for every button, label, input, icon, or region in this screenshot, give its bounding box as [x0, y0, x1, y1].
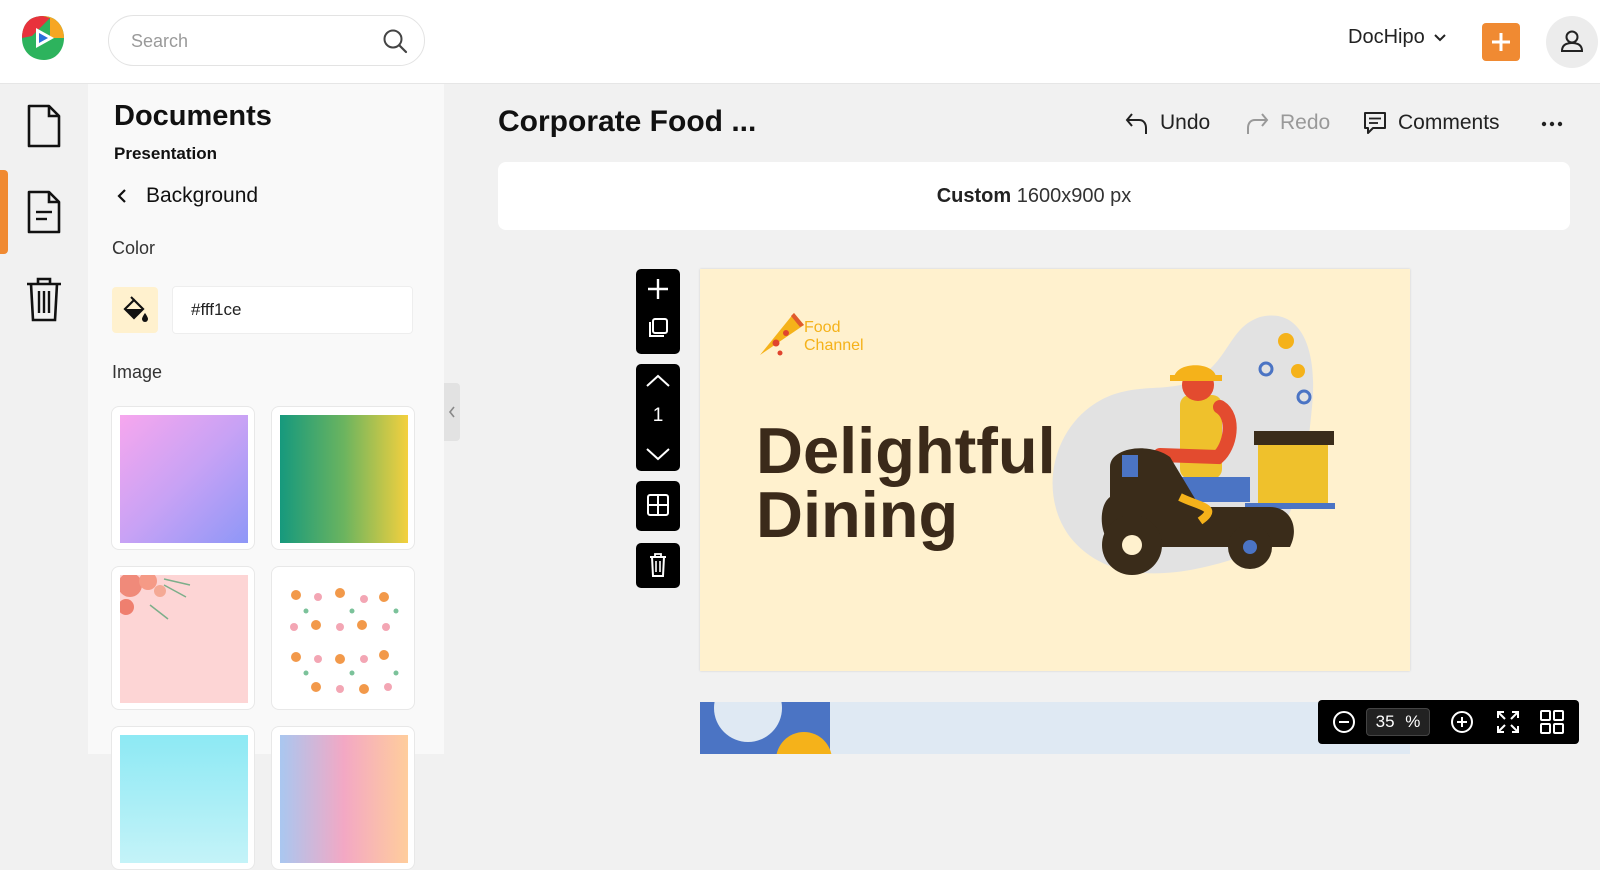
create-button[interactable]	[1482, 23, 1520, 61]
background-thumb-floral-pink[interactable]	[111, 566, 255, 710]
undo-label: Undo	[1160, 111, 1211, 134]
background-panel: Documents Presentation Background Color …	[88, 84, 444, 870]
slide-navigation-group: 1	[636, 364, 680, 471]
size-preset-label: Custom	[936, 185, 1012, 207]
zoom-toolbar: 35 %	[1318, 700, 1579, 744]
user-icon	[1560, 30, 1584, 52]
color-hex-field[interactable]: #fff1ce	[172, 286, 413, 334]
brand-name: Food Channel	[804, 319, 864, 355]
slide-2-preview[interactable]	[700, 702, 1410, 754]
panel-title: Documents	[114, 100, 272, 132]
more-horizontal-icon	[1541, 121, 1563, 127]
plus-icon	[1492, 33, 1510, 51]
slide-canvas[interactable]: Food Channel Delightful Dining	[700, 269, 1410, 671]
search-icon[interactable]	[382, 28, 408, 54]
zoom-level[interactable]: 35 %	[1366, 708, 1430, 736]
undo-button[interactable]: Undo	[1124, 110, 1210, 136]
slide-grid-button[interactable]	[636, 481, 680, 531]
workspace-dropdown[interactable]: DocHipo	[1348, 26, 1447, 49]
image-label: Image	[112, 362, 163, 382]
collapse-panel-button[interactable]	[444, 383, 460, 441]
zoom-unit: %	[1405, 712, 1421, 731]
headline-line-2: Dining	[756, 478, 959, 551]
grid-view-icon[interactable]	[1538, 708, 1566, 736]
background-thumb-pink-purple[interactable]	[111, 406, 255, 550]
redo-button[interactable]: Redo	[1244, 110, 1330, 136]
chevron-left-icon	[448, 406, 455, 418]
document-title[interactable]: Corporate Food ...	[498, 105, 756, 139]
chevron-left-icon	[117, 189, 126, 203]
paint-bucket-icon	[123, 296, 148, 322]
plus-icon[interactable]	[636, 269, 680, 309]
color-swatch-button[interactable]	[112, 287, 158, 333]
slide-headline[interactable]: Delightful Dining	[756, 414, 1056, 551]
trash-icon	[27, 277, 61, 322]
background-thumb-food-pattern[interactable]	[271, 566, 415, 710]
zoom-value: 35	[1375, 712, 1395, 731]
comments-button[interactable]: Comments	[1362, 110, 1500, 136]
panel-subtitle: Presentation	[114, 144, 217, 163]
brand-line-1: Food	[804, 319, 841, 336]
zoom-out-icon[interactable]	[1330, 708, 1358, 736]
page-number: 1	[652, 405, 664, 426]
rail-item-trash[interactable]	[0, 256, 88, 340]
zoom-in-icon[interactable]	[1448, 708, 1476, 736]
undo-icon	[1125, 113, 1147, 134]
color-label: Color	[112, 238, 156, 258]
chevron-up-icon[interactable]	[636, 364, 680, 398]
headline-line-1: Delightful	[756, 414, 1056, 487]
canvas-size-bar[interactable]: Custom 1600x900 px	[498, 162, 1570, 230]
rail-item-documents[interactable]	[0, 170, 88, 254]
rail-item-new-document[interactable]	[0, 84, 88, 168]
dochipo-logo[interactable]	[20, 14, 66, 62]
background-thumb-green-yellow[interactable]	[271, 406, 415, 550]
user-avatar[interactable]	[1546, 16, 1598, 68]
background-thumb-cyan[interactable]	[111, 726, 255, 870]
workspace-name: DocHipo	[1348, 26, 1425, 48]
document-icon	[27, 104, 61, 148]
search-box[interactable]	[108, 15, 425, 66]
chevron-down-icon	[1433, 33, 1446, 41]
left-rail	[0, 84, 88, 754]
size-dimensions: 1600x900 px	[1016, 185, 1132, 207]
trash-icon	[650, 553, 666, 577]
back-label: Background	[146, 184, 259, 207]
comments-label: Comments	[1398, 111, 1500, 134]
brand-line-2: Channel	[804, 337, 864, 354]
back-to-background-button[interactable]: Background	[116, 184, 258, 208]
slide-add-duplicate-group	[636, 269, 680, 354]
redo-icon	[1247, 113, 1269, 134]
top-bar: DocHipo	[0, 0, 1600, 84]
grid-icon	[647, 494, 669, 516]
fit-screen-icon[interactable]	[1494, 708, 1522, 736]
search-input[interactable]	[131, 29, 361, 53]
comment-icon	[1364, 112, 1386, 134]
chevron-down-icon[interactable]	[636, 437, 680, 471]
background-thumb-pastel[interactable]	[271, 726, 415, 870]
more-options-button[interactable]	[1540, 112, 1564, 136]
redo-label: Redo	[1280, 111, 1331, 134]
pizza-logo-icon	[760, 313, 804, 356]
duplicate-icon[interactable]	[636, 309, 680, 349]
delivery-scooter-illustration	[1052, 315, 1335, 575]
slide-delete-button[interactable]	[636, 543, 680, 588]
document-text-icon	[27, 190, 61, 234]
slide-2-decoration	[700, 702, 832, 754]
